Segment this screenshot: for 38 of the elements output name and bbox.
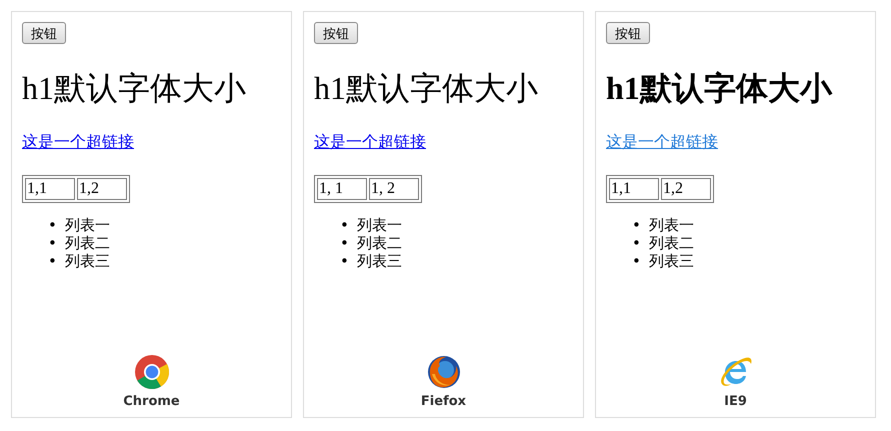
bullet: • bbox=[48, 216, 57, 234]
list-item: 列表三 bbox=[64, 252, 110, 270]
table-cell: 1, 1 bbox=[317, 178, 367, 200]
chrome-logo-icon bbox=[134, 354, 170, 390]
hyperlink[interactable]: 这是一个超链接 bbox=[22, 132, 134, 153]
bullet: • bbox=[632, 252, 641, 270]
list-item: 列表一 bbox=[356, 216, 402, 234]
demo-button[interactable]: 按钮 bbox=[314, 22, 358, 44]
list-item: 列表一 bbox=[648, 216, 694, 234]
list-item: 列表三 bbox=[648, 252, 694, 270]
browser-name: IE9 bbox=[724, 394, 747, 409]
browser-name: Fiefox bbox=[420, 394, 466, 409]
firefox-logo-icon bbox=[426, 354, 462, 390]
demo-button[interactable]: 按钮 bbox=[22, 22, 66, 44]
heading: h1默认字体大小 bbox=[22, 69, 247, 108]
hyperlink[interactable]: 这是一个超链接 bbox=[314, 132, 426, 153]
bullet: • bbox=[340, 216, 349, 234]
list-item: 列表一 bbox=[64, 216, 110, 234]
list-item: 列表三 bbox=[356, 252, 402, 270]
heading: h1默认字体大小 bbox=[606, 69, 834, 108]
bullet: • bbox=[632, 234, 641, 252]
bullet: • bbox=[632, 216, 641, 234]
list-item: 列表二 bbox=[356, 234, 402, 252]
demo-button[interactable]: 按钮 bbox=[606, 22, 650, 44]
bullet: • bbox=[48, 234, 57, 252]
list-item: 列表二 bbox=[648, 234, 694, 252]
table-cell: 1,2 bbox=[661, 178, 711, 200]
table-cell: 1, 2 bbox=[369, 178, 419, 200]
hyperlink[interactable]: 这是一个超链接 bbox=[606, 132, 718, 153]
heading: h1默认字体大小 bbox=[314, 69, 539, 108]
table-cell: 1,1 bbox=[609, 178, 659, 200]
bullet: • bbox=[48, 252, 57, 270]
table-cell: 1,1 bbox=[25, 178, 75, 200]
bullet: • bbox=[340, 234, 349, 252]
bullet: • bbox=[340, 252, 349, 270]
table-cell: 1,2 bbox=[77, 178, 127, 200]
list-item: 列表二 bbox=[64, 234, 110, 252]
browser-name: Chrome bbox=[123, 394, 180, 409]
